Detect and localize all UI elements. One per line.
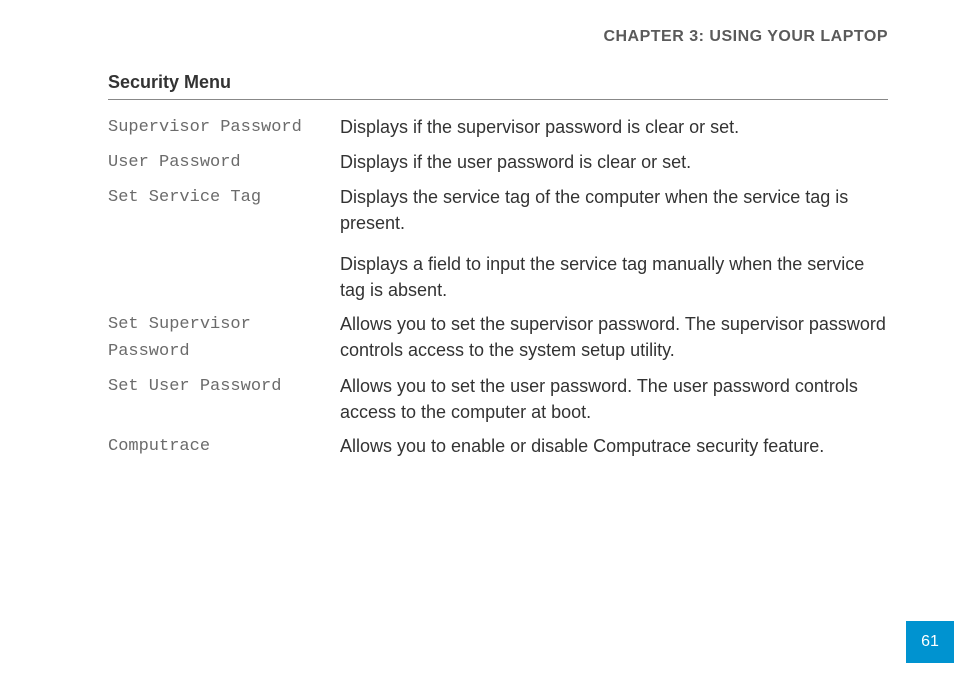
- definition-paragraph: Allows you to enable or disable Computra…: [340, 433, 888, 459]
- definition-row: Set Supervisor PasswordAllows you to set…: [108, 307, 888, 369]
- definition-row: Set Service TagDisplays the service tag …: [108, 180, 888, 306]
- definition-term: User Password: [108, 149, 340, 176]
- definition-paragraph: Allows you to set the supervisor passwor…: [340, 311, 888, 363]
- definition-paragraph: Displays if the supervisor password is c…: [340, 114, 888, 140]
- definition-list: Supervisor PasswordDisplays if the super…: [108, 110, 888, 465]
- definition-paragraph: Displays if the user password is clear o…: [340, 149, 888, 175]
- definition-paragraph: Allows you to set the user password. The…: [340, 373, 888, 425]
- definition-term: Set Supervisor Password: [108, 311, 340, 365]
- definition-description: Allows you to set the supervisor passwor…: [340, 311, 888, 363]
- definition-row: ComputraceAllows you to enable or disabl…: [108, 429, 888, 464]
- definition-term: Set Service Tag: [108, 184, 340, 211]
- definition-term: Computrace: [108, 433, 340, 460]
- section-title: Security Menu: [108, 72, 888, 100]
- definition-description: Displays if the supervisor password is c…: [340, 114, 888, 140]
- definition-term: Supervisor Password: [108, 114, 340, 141]
- page-content: CHAPTER 3: USING YOUR LAPTOP Security Me…: [0, 0, 954, 465]
- definition-row: Set User PasswordAllows you to set the u…: [108, 369, 888, 429]
- definition-description: Displays if the user password is clear o…: [340, 149, 888, 175]
- definition-term: Set User Password: [108, 373, 340, 400]
- definition-description: Allows you to set the user password. The…: [340, 373, 888, 425]
- chapter-header: CHAPTER 3: USING YOUR LAPTOP: [108, 28, 888, 46]
- definition-paragraph: Displays a field to input the service ta…: [340, 251, 888, 303]
- definition-description: Displays the service tag of the computer…: [340, 184, 888, 302]
- page-number-tab: 61: [906, 621, 954, 663]
- definition-row: Supervisor PasswordDisplays if the super…: [108, 110, 888, 145]
- definition-paragraph: Displays the service tag of the computer…: [340, 184, 888, 236]
- definition-description: Allows you to enable or disable Computra…: [340, 433, 888, 459]
- definition-row: User PasswordDisplays if the user passwo…: [108, 145, 888, 180]
